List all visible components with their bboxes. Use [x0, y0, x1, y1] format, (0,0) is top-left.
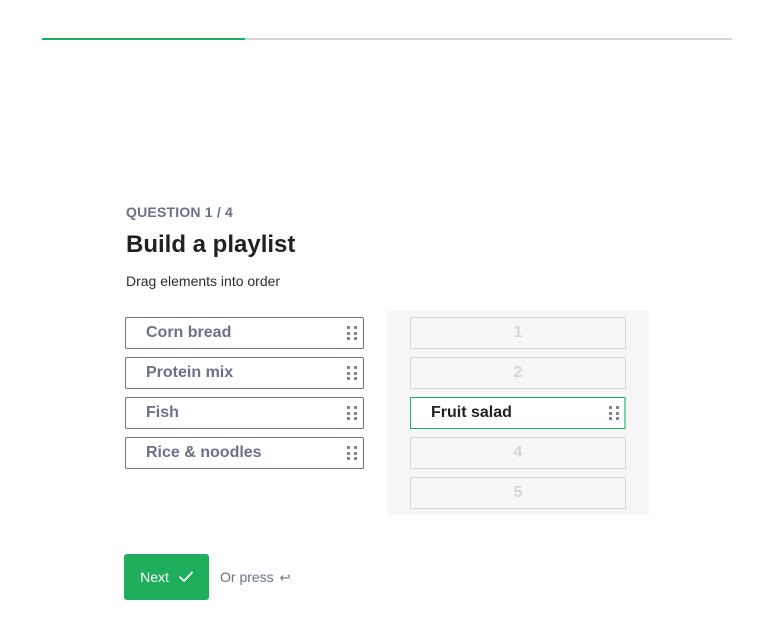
drag-handle-icon[interactable]: [347, 366, 357, 380]
draggable-item[interactable]: Rice & noodles: [125, 437, 364, 469]
drop-slot-5[interactable]: 5: [410, 477, 626, 509]
progress-bar-fill: [42, 38, 245, 40]
item-label: Fish: [146, 404, 179, 421]
drop-slot-1[interactable]: 1: [410, 317, 626, 349]
slot-number: 5: [513, 484, 523, 501]
slot-number: 4: [513, 444, 523, 461]
check-icon: [178, 571, 193, 582]
drop-slot-2[interactable]: 2: [410, 357, 626, 389]
drag-handle-icon[interactable]: [609, 406, 619, 420]
placed-item-label: Fruit salad: [431, 404, 512, 421]
drag-handle-icon[interactable]: [347, 446, 357, 460]
progress-bar: [42, 38, 732, 40]
item-label: Corn bread: [146, 324, 232, 341]
enter-key-icon: ↩: [279, 570, 291, 585]
drop-slot-3[interactable]: Fruit salad: [410, 397, 626, 429]
drop-slot-4[interactable]: 4: [410, 437, 626, 469]
draggable-item[interactable]: Fish: [125, 397, 364, 429]
keyboard-hint: Or press ↩: [220, 569, 290, 586]
hint-text: Or press: [220, 569, 274, 585]
question-counter: QUESTION 1 / 4: [126, 204, 234, 220]
slot-number: 1: [513, 324, 523, 341]
question-title: Build a playlist: [126, 231, 296, 258]
item-label: Protein mix: [146, 364, 234, 381]
drag-handle-icon[interactable]: [347, 326, 357, 340]
question-instruction: Drag elements into order: [126, 273, 281, 289]
draggable-item[interactable]: Protein mix: [125, 357, 364, 389]
slot-number: 2: [513, 364, 523, 381]
next-button-label: Next: [140, 569, 169, 585]
drag-handle-icon[interactable]: [347, 406, 357, 420]
item-label: Rice & noodles: [146, 444, 262, 461]
source-item-list: Corn bread Protein mix Fish Rice & noodl…: [125, 317, 364, 477]
next-button[interactable]: Next: [124, 554, 209, 600]
drop-zone-panel: 1 2 Fruit salad 4 5: [387, 311, 649, 515]
draggable-item[interactable]: Corn bread: [125, 317, 364, 349]
